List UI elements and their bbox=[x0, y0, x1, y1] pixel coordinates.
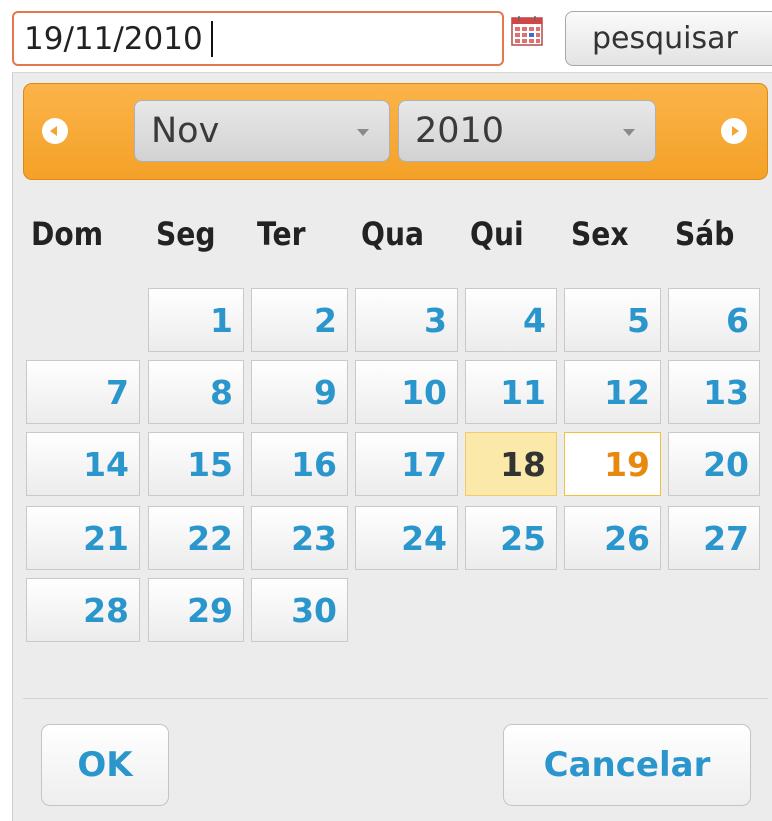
day-cell-today[interactable]: 18 bbox=[465, 432, 557, 496]
day-cell[interactable]: 28 bbox=[26, 578, 140, 642]
day-cell[interactable]: 7 bbox=[26, 360, 140, 424]
month-select[interactable]: Nov bbox=[134, 100, 390, 162]
calendar-popup: Nov 2010 Dom Seg Ter Qua Qui Sex Sáb 123456789… bbox=[12, 72, 772, 821]
day-cell[interactable]: 27 bbox=[668, 506, 760, 570]
day-cell[interactable]: 30 bbox=[251, 578, 348, 642]
day-cell[interactable]: 20 bbox=[668, 432, 760, 496]
day-cell[interactable]: 16 bbox=[251, 432, 348, 496]
day-cell[interactable]: 26 bbox=[564, 506, 661, 570]
day-cell[interactable]: 6 bbox=[668, 288, 760, 352]
day-cell[interactable]: 15 bbox=[148, 432, 244, 496]
day-cell[interactable]: 5 bbox=[564, 288, 661, 352]
chevron-down-icon bbox=[357, 129, 369, 136]
day-cell[interactable]: 4 bbox=[465, 288, 557, 352]
day-cell[interactable]: 8 bbox=[148, 360, 244, 424]
weekday-label: Dom bbox=[31, 215, 104, 253]
month-select-value: Nov bbox=[151, 111, 220, 151]
chevron-down-icon bbox=[623, 129, 635, 136]
text-caret bbox=[211, 21, 213, 57]
day-cell[interactable]: 23 bbox=[251, 506, 348, 570]
weekday-label: Qui bbox=[470, 215, 524, 253]
weekday-label: Sex bbox=[571, 215, 629, 253]
weekday-label: Qua bbox=[361, 215, 424, 253]
day-cell[interactable]: 17 bbox=[355, 432, 458, 496]
day-cell[interactable]: 29 bbox=[148, 578, 244, 642]
date-picker-app: pesquisar Nov 2010 DomSegTerQuaQuiSexSáb… bbox=[0, 0, 772, 821]
day-cell[interactable]: 14 bbox=[26, 432, 140, 496]
cancel-button[interactable]: Cancelar bbox=[503, 724, 751, 806]
year-select-value: 2010 bbox=[415, 111, 505, 151]
divider bbox=[23, 698, 768, 699]
day-cell[interactable]: 1 bbox=[148, 288, 244, 352]
year-select[interactable]: 2010 bbox=[398, 100, 656, 162]
prev-month-icon[interactable] bbox=[42, 118, 68, 144]
day-cell[interactable]: 21 bbox=[26, 506, 140, 570]
search-button[interactable]: pesquisar bbox=[565, 11, 772, 66]
day-cell[interactable]: 22 bbox=[148, 506, 244, 570]
day-cell[interactable]: 13 bbox=[668, 360, 760, 424]
day-cell[interactable]: 24 bbox=[355, 506, 458, 570]
next-month-icon[interactable] bbox=[721, 118, 747, 144]
day-cell[interactable]: 25 bbox=[465, 506, 557, 570]
day-cell[interactable]: 10 bbox=[355, 360, 458, 424]
day-cell[interactable]: 12 bbox=[564, 360, 661, 424]
day-cell[interactable]: 11 bbox=[465, 360, 557, 424]
date-input[interactable] bbox=[12, 11, 504, 66]
weekday-label: Seg bbox=[156, 215, 216, 253]
weekday-label: Ter bbox=[257, 215, 306, 253]
weekday-label: Sáb bbox=[675, 215, 735, 253]
day-cell[interactable]: 9 bbox=[251, 360, 348, 424]
calendar-icon[interactable] bbox=[510, 14, 544, 48]
ok-button[interactable]: OK bbox=[41, 724, 169, 806]
calendar-header: Nov 2010 bbox=[23, 83, 768, 180]
day-cell-selected[interactable]: 19 bbox=[564, 432, 661, 496]
day-cell[interactable]: 2 bbox=[251, 288, 348, 352]
day-cell[interactable]: 3 bbox=[355, 288, 458, 352]
